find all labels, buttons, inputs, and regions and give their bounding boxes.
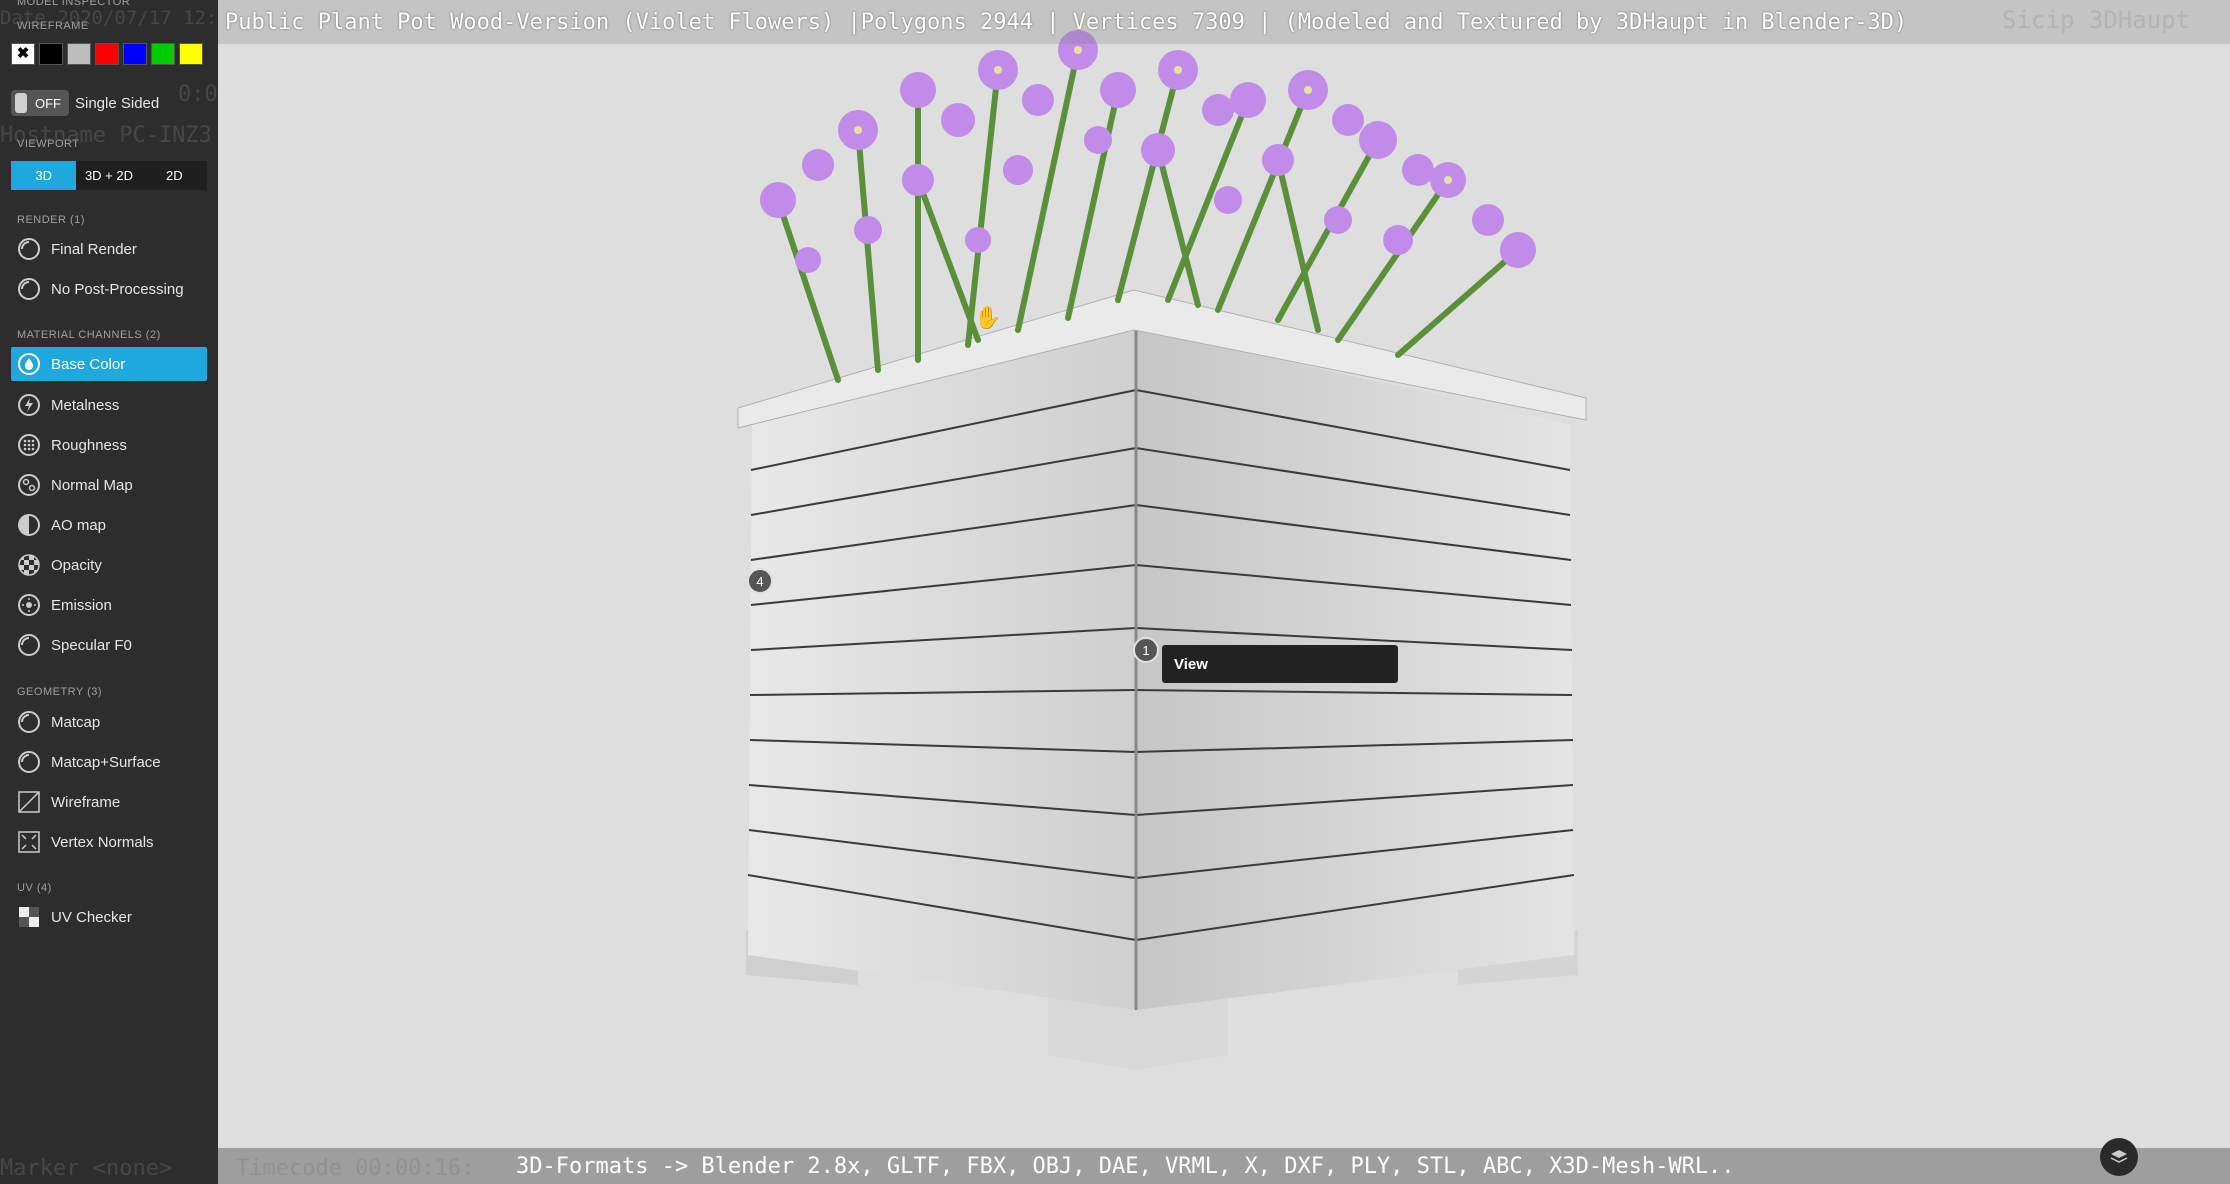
overlay-marker: Marker <none> [0,1156,173,1181]
item-label: No Post-Processing [51,280,184,298]
overlay-hostname: Hostname PC-INZ3 [0,123,212,148]
wireframe-color-swatches: ✖ [11,43,203,65]
hotspot-4[interactable]: 4 [747,568,773,594]
title-bar: Public Plant Pot Wood-Version (Violet Fl… [218,0,2230,44]
item-label: Base Color [51,355,126,373]
toggle-knob [15,93,27,113]
render-circle-icon [15,235,43,263]
swatch-none[interactable]: ✖ [11,43,35,65]
item-label: Specular F0 [51,636,132,654]
toggle-state: OFF [35,95,61,111]
item-label: Matcap [51,713,101,731]
opacity-item[interactable]: Opacity [11,548,207,582]
item-label: Vertex Normals [51,833,154,851]
lightning-icon [15,391,43,419]
uv-section-title: UV (4) [17,882,52,894]
3d-viewport[interactable]: ✋ 4 1 View Public Plant Pot Wood-Version… [218,0,2230,1184]
roughness-item[interactable]: Roughness [11,428,207,462]
model-title: Public Plant Pot Wood-Version (Violet Fl… [225,10,1908,35]
render-circle-icon [15,631,43,659]
matcap-item[interactable]: Matcap [11,705,207,739]
item-label: Metalness [51,396,120,414]
wireframe-icon [15,788,43,816]
item-label: Opacity [51,556,102,574]
final-render-item[interactable]: Final Render [11,232,207,266]
swatch-grey[interactable] [67,43,91,65]
material-section-title: MATERIAL CHANNELS (2) [17,329,161,341]
formats-text: 3D-Formats -> Blender 2.8x, GLTF, FBX, O… [516,1154,1735,1179]
hotspot-1[interactable]: 1 [1133,637,1159,663]
violet-flowers [760,30,1536,273]
item-label: Roughness [51,436,127,454]
droplet-icon [15,350,43,378]
layers-icon [2110,1150,2128,1163]
item-label: Wireframe [51,793,121,811]
swatch-blue[interactable] [123,43,147,65]
item-label: AO map [51,516,107,534]
layers-button[interactable] [2100,1138,2138,1176]
checker-circle-icon [15,551,43,579]
overlay-timecode: Timecode 00:00:16: [236,1156,475,1181]
base-color-item[interactable]: Base Color [11,347,207,381]
single-sided-label: Single Sided [75,94,160,112]
render-circle-icon [15,708,43,736]
item-label: UV Checker [51,908,132,926]
formats-bar: 3D-Formats -> Blender 2.8x, GLTF, FBX, O… [218,1148,2230,1184]
sun-icon [15,591,43,619]
render-circle-icon [15,748,43,776]
viewport-3d2d-button[interactable]: 3D + 2D [76,161,142,190]
geometry-section-title: GEOMETRY (3) [17,686,103,698]
uv-checker-item[interactable]: UV Checker [11,900,207,934]
checker-icon [15,903,43,931]
viewport-3d-button[interactable]: 3D [11,161,77,190]
dotted-circle-icon [15,431,43,459]
swatch-red[interactable] [95,43,119,65]
render-circle-icon [15,275,43,303]
item-label: Normal Map [51,476,133,494]
single-sided-toggle[interactable]: OFF [11,90,69,116]
viewport-2d-button[interactable]: 2D [141,161,207,190]
render-section-title: RENDER (1) [17,214,85,226]
item-label: Matcap+Surface [51,753,161,771]
viewport-mode-group: 3D 3D + 2D 2D [11,161,207,190]
hotspot-tooltip: View [1162,645,1398,683]
no-post-processing-item[interactable]: No Post-Processing [11,272,207,306]
single-sided-row: OFF Single Sided [11,90,159,116]
swatch-green[interactable] [151,43,175,65]
metalness-item[interactable]: Metalness [11,388,207,422]
emission-item[interactable]: Emission [11,588,207,622]
corner-ghost-text: Sicip 3DHaupt [2002,6,2190,34]
vertex-normals-item[interactable]: Vertex Normals [11,825,207,859]
item-label: Emission [51,596,112,614]
normal-map-item[interactable]: Normal Map [11,468,207,502]
swatch-yellow[interactable] [179,43,203,65]
half-circle-icon [15,511,43,539]
matcap-surface-item[interactable]: Matcap+Surface [11,745,207,779]
hand-cursor-icon: ✋ [974,305,1001,330]
wireframe-item[interactable]: Wireframe [11,785,207,819]
plant-pot-model[interactable]: ✋ [218,0,2230,1184]
swatch-black[interactable] [39,43,63,65]
normal-map-icon [15,471,43,499]
specular-f0-item[interactable]: Specular F0 [11,628,207,662]
vertex-normals-icon [15,828,43,856]
item-label: Final Render [51,240,137,258]
model-inspector-panel: Model Inspector WIREFRAME ✖ OFF Single S… [0,0,275,1184]
ao-map-item[interactable]: AO map [11,508,207,542]
